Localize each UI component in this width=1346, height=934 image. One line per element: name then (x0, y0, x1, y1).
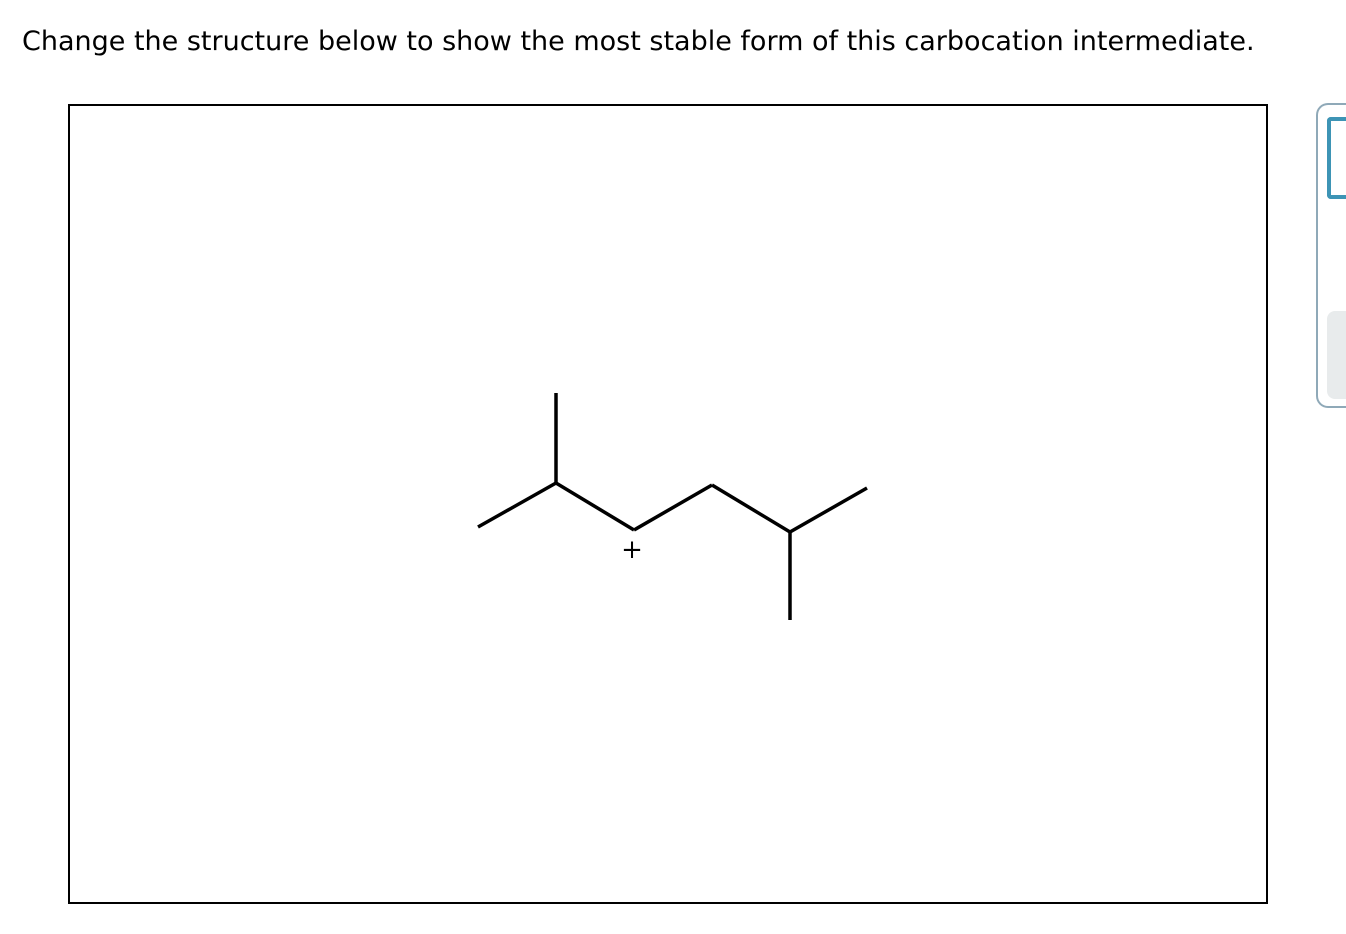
toolbar-secondary-button[interactable] (1327, 311, 1346, 399)
structure-drawing-canvas[interactable]: + (68, 104, 1268, 904)
question-prompt: Change the structure below to show the m… (22, 26, 1255, 57)
toolbar-tool-button[interactable] (1327, 117, 1346, 199)
bond-c2-c3[interactable] (555, 481, 635, 532)
bond-c3-c4[interactable] (633, 483, 713, 532)
bond-c1-c2[interactable] (477, 481, 557, 529)
positive-charge-label[interactable]: + (621, 535, 643, 565)
molecule-structure[interactable]: + (70, 106, 1266, 902)
bond-c4-c5[interactable] (711, 483, 791, 534)
bond-c5-c6[interactable] (789, 486, 868, 534)
